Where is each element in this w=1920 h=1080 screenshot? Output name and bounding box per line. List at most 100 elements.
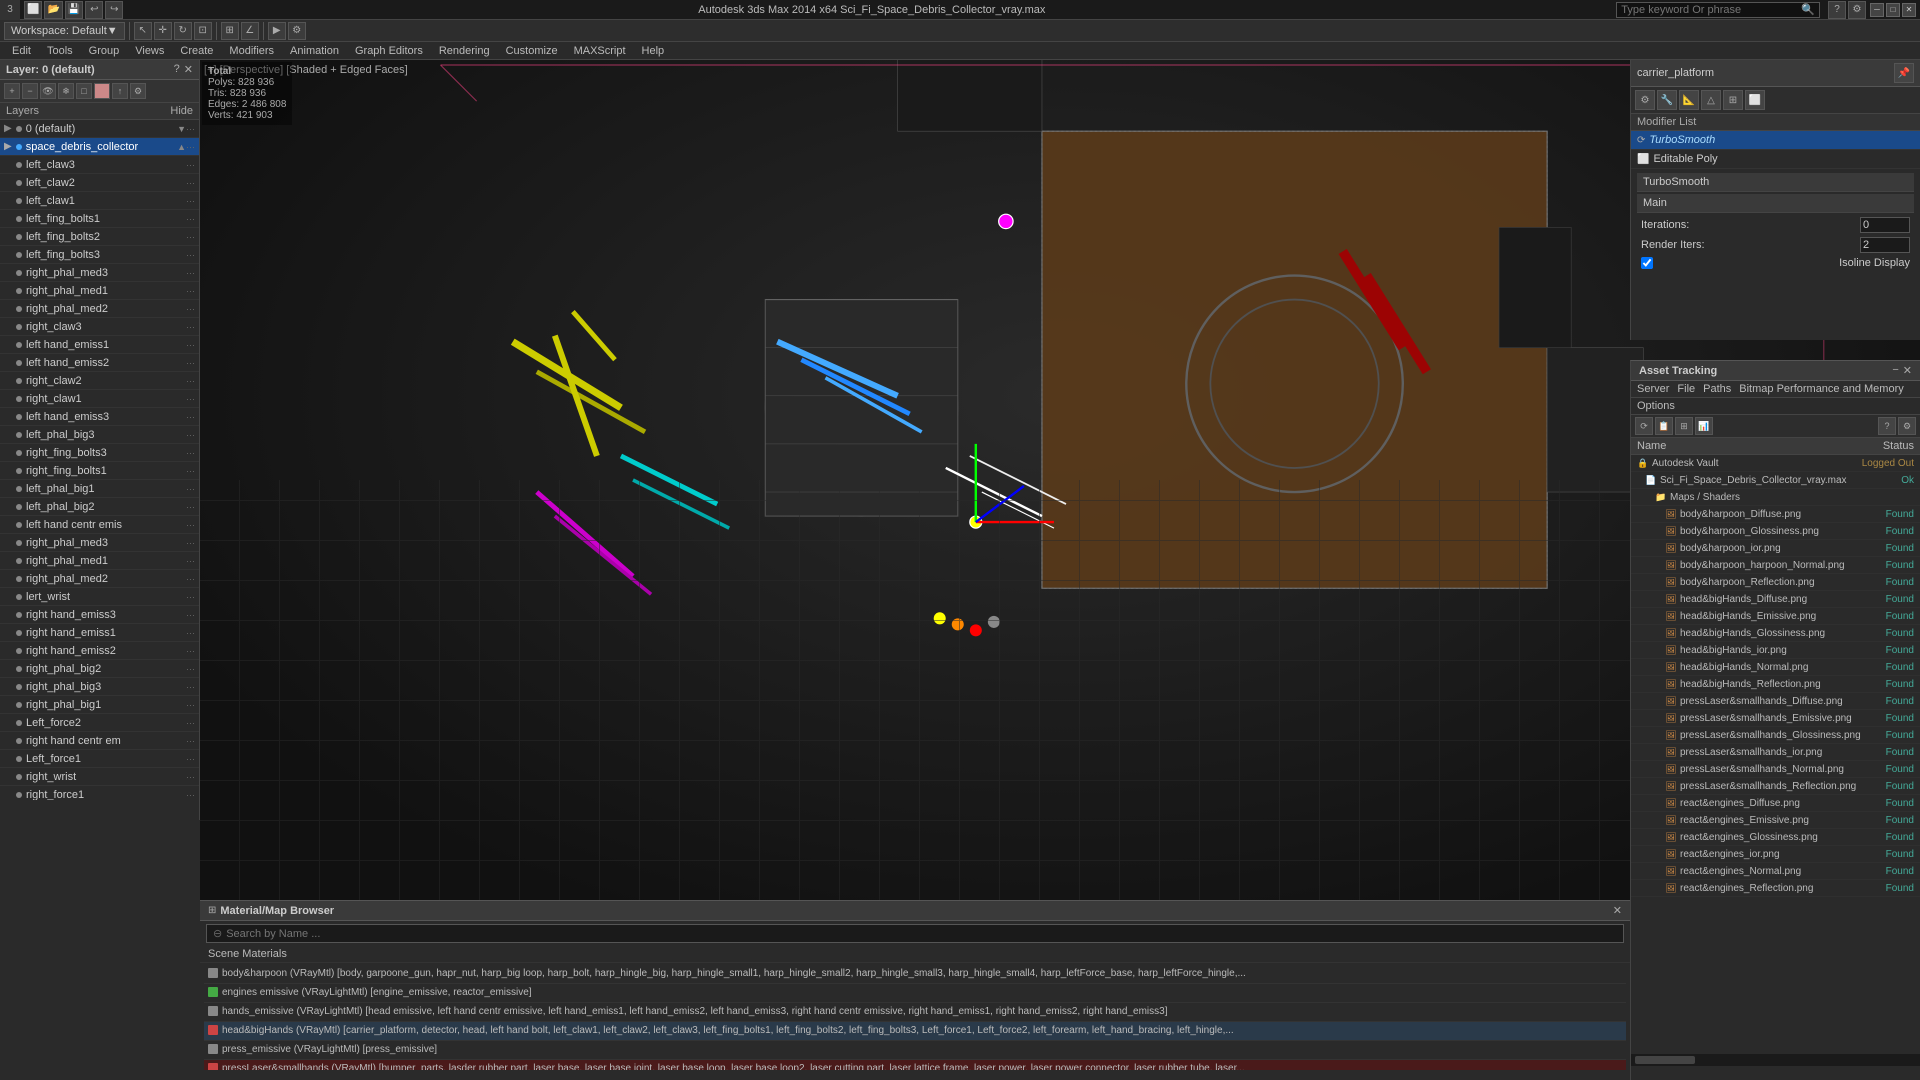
at-item-map-0[interactable]: 🖼 body&harpoon_Diffuse.png Found <box>1631 506 1920 523</box>
menu-create[interactable]: Create <box>172 42 221 60</box>
at-menu-paths[interactable]: Paths <box>1703 383 1731 395</box>
undo-btn[interactable]: ↩ <box>85 1 103 19</box>
at-item-map-10[interactable]: 🖼 head&bigHands_Reflection.png Found <box>1631 676 1920 693</box>
at-item-map-22[interactable]: 🖼 react&engines_Reflection.png Found <box>1631 880 1920 897</box>
search-input[interactable] <box>1621 4 1801 16</box>
layer-item-default[interactable]: ▶ 0 (default) ▼ ··· <box>0 120 199 138</box>
at-tb-1[interactable]: ⟳ <box>1635 417 1653 435</box>
menu-graph-editors[interactable]: Graph Editors <box>347 42 431 60</box>
layer-item-right-phal-big3[interactable]: right_phal_big3 ··· <box>0 678 199 696</box>
layer-item-left-phal-big2[interactable]: left_phal_big2 ··· <box>0 498 199 516</box>
layer-settings-btn[interactable]: ⚙ <box>130 83 146 99</box>
layer-freeze-btn[interactable]: ❄ <box>58 83 74 99</box>
settings-btn[interactable]: ⚙ <box>1848 1 1866 19</box>
layer-item-left-claw1[interactable]: left_claw1 ··· <box>0 192 199 210</box>
workspace-dropdown[interactable]: Workspace: Default ▼ <box>4 22 125 40</box>
layer-item-right-hand-emiss3[interactable]: right hand_emiss3 ··· <box>0 606 199 624</box>
layer-item-left-fing-bolts3[interactable]: left_fing_bolts3 ··· <box>0 246 199 264</box>
render-btn[interactable]: ▶ <box>268 22 286 40</box>
at-close-btn[interactable]: ✕ <box>1903 364 1912 377</box>
menu-animation[interactable]: Animation <box>282 42 347 60</box>
angle-snap-btn[interactable]: ∠ <box>241 22 259 40</box>
layer-help-btn[interactable]: ? <box>174 63 180 76</box>
maximize-btn[interactable]: □ <box>1886 3 1900 17</box>
layer-item-left-hand-emiss2[interactable]: left hand_emiss2 ··· <box>0 354 199 372</box>
layer-add-btn[interactable]: + <box>4 83 20 99</box>
at-item-map-4[interactable]: 🖼 body&harpoon_Reflection.png Found <box>1631 574 1920 591</box>
bp-item-0[interactable]: body&harpoon (VRayMtl) [body, garpoone_g… <box>204 965 1626 984</box>
menu-modifiers[interactable]: Modifiers <box>221 42 282 60</box>
mod-tb-1[interactable]: ⚙ <box>1635 90 1655 110</box>
layer-list[interactable]: ▶ 0 (default) ▼ ··· ▶ space_debris_colle… <box>0 120 199 800</box>
scale-btn[interactable]: ⊡ <box>194 22 212 40</box>
bp-item-2[interactable]: hands_emissive (VRayLightMtl) [head emis… <box>204 1003 1626 1022</box>
layer-color-btn[interactable] <box>94 83 110 99</box>
menu-rendering[interactable]: Rendering <box>431 42 498 60</box>
at-item-map-17[interactable]: 🖼 react&engines_Diffuse.png Found <box>1631 795 1920 812</box>
at-tb-help[interactable]: ? <box>1878 417 1896 435</box>
at-item-map-11[interactable]: 🖼 pressLaser&smallhands_Diffuse.png Foun… <box>1631 693 1920 710</box>
layer-item-right-phal-med3b[interactable]: right_phal_med3 ··· <box>0 534 199 552</box>
redo-btn[interactable]: ↪ <box>105 1 123 19</box>
layer-item-right-phal-med1b[interactable]: right_phal_med1 ··· <box>0 552 199 570</box>
layer-item-right-phal-med2b[interactable]: right_phal_med2 ··· <box>0 570 199 588</box>
at-menu-file[interactable]: File <box>1677 383 1695 395</box>
mod-tb-4[interactable]: △ <box>1701 90 1721 110</box>
at-item-map-3[interactable]: 🖼 body&harpoon_harpoon_Normal.png Found <box>1631 557 1920 574</box>
at-scrollbar-bottom[interactable] <box>1631 1054 1920 1066</box>
layer-close-btn[interactable]: ✕ <box>184 63 193 76</box>
at-item-map-7[interactable]: 🖼 head&bigHands_Glossiness.png Found <box>1631 625 1920 642</box>
layer-item-right-phal-med1[interactable]: right_phal_med1 ··· <box>0 282 199 300</box>
layer-item-left-phal-big1[interactable]: left_phal_big1 ··· <box>0 480 199 498</box>
at-item-map-5[interactable]: 🖼 head&bigHands_Diffuse.png Found <box>1631 591 1920 608</box>
layer-item-right-phal-med3[interactable]: right_phal_med3 ··· <box>0 264 199 282</box>
at-item-map-20[interactable]: 🖼 react&engines_ior.png Found <box>1631 846 1920 863</box>
at-minimize-btn[interactable]: − <box>1892 364 1898 377</box>
layer-item-right-claw1[interactable]: right_claw1 ··· <box>0 390 199 408</box>
at-item-map-9[interactable]: 🖼 head&bigHands_Normal.png Found <box>1631 659 1920 676</box>
layer-item-left-claw3[interactable]: left_claw3 ··· <box>0 156 199 174</box>
layer-item-left-force2[interactable]: Left_force2 ··· <box>0 714 199 732</box>
layer-item-right-fing-bolts1[interactable]: right_fing_bolts1 ··· <box>0 462 199 480</box>
render-setup-btn[interactable]: ⚙ <box>288 22 306 40</box>
at-item-map-18[interactable]: 🖼 react&engines_Emissive.png Found <box>1631 812 1920 829</box>
layer-item-left-force1[interactable]: Left_force1 ··· <box>0 750 199 768</box>
layer-delete-btn[interactable]: − <box>22 83 38 99</box>
rotate-btn[interactable]: ↻ <box>174 22 192 40</box>
layer-item-right-fing-bolts3[interactable]: right_fing_bolts3 ··· <box>0 444 199 462</box>
layer-render-btn[interactable]: □ <box>76 83 92 99</box>
layer-item-right-hand-emiss2[interactable]: right hand_emiss2 ··· <box>0 642 199 660</box>
material-browser-search[interactable]: ⊖ <box>206 924 1624 943</box>
layer-item-left-hand-centr[interactable]: left hand centr emis ··· <box>0 516 199 534</box>
layer-item-space-debris[interactable]: ▶ space_debris_collector ▲ ··· <box>0 138 199 156</box>
bp-item-5[interactable]: pressLaser&smallhands (VRayMtl) [bumper_… <box>204 1060 1626 1070</box>
at-item-map-12[interactable]: 🖼 pressLaser&smallhands_Emissive.png Fou… <box>1631 710 1920 727</box>
help-search-btn[interactable]: ? <box>1828 1 1846 19</box>
mod-tb-2[interactable]: 🔧 <box>1657 90 1677 110</box>
at-item-vault[interactable]: 🔒 Autodesk Vault Logged Out <box>1631 455 1920 472</box>
at-menu-server[interactable]: Server <box>1637 383 1669 395</box>
layer-item-right-claw2[interactable]: right_claw2 ··· <box>0 372 199 390</box>
at-options[interactable]: Options <box>1631 398 1920 415</box>
minimize-btn[interactable]: ─ <box>1870 3 1884 17</box>
menu-group[interactable]: Group <box>81 42 128 60</box>
menu-tools[interactable]: Tools <box>39 42 81 60</box>
close-btn[interactable]: ✕ <box>1902 3 1916 17</box>
at-item-map-13[interactable]: 🖼 pressLaser&smallhands_Glossiness.png F… <box>1631 727 1920 744</box>
layer-item-left-hand-emiss3[interactable]: left hand_emiss3 ··· <box>0 408 199 426</box>
bp-item-1[interactable]: engines emissive (VRayLightMtl) [engine_… <box>204 984 1626 1003</box>
layer-item-left-phal-big3[interactable]: left_phal_big3 ··· <box>0 426 199 444</box>
at-asset-list[interactable]: 🔒 Autodesk Vault Logged Out 📄 Sci_Fi_Spa… <box>1631 455 1920 1054</box>
at-item-map-6[interactable]: 🖼 head&bigHands_Emissive.png Found <box>1631 608 1920 625</box>
layer-item-right-phal-med2[interactable]: right_phal_med2 ··· <box>0 300 199 318</box>
bp-item-4[interactable]: press_emissive (VRayLightMtl) [press_emi… <box>204 1041 1626 1060</box>
menu-views[interactable]: Views <box>127 42 172 60</box>
isoline-checkbox[interactable] <box>1641 257 1653 269</box>
at-tb-3[interactable]: ⊞ <box>1675 417 1693 435</box>
save-btn[interactable]: 💾 <box>65 1 83 19</box>
mod-tb-3[interactable]: 📐 <box>1679 90 1699 110</box>
layer-item-right-wrist[interactable]: right_wrist ··· <box>0 768 199 786</box>
modifier-editable-poly[interactable]: ⬜ Editable Poly <box>1631 150 1920 169</box>
layer-item-right-phal-big1[interactable]: right_phal_big1 ··· <box>0 696 199 714</box>
layer-item-right-claw3[interactable]: right_claw3 ··· <box>0 318 199 336</box>
